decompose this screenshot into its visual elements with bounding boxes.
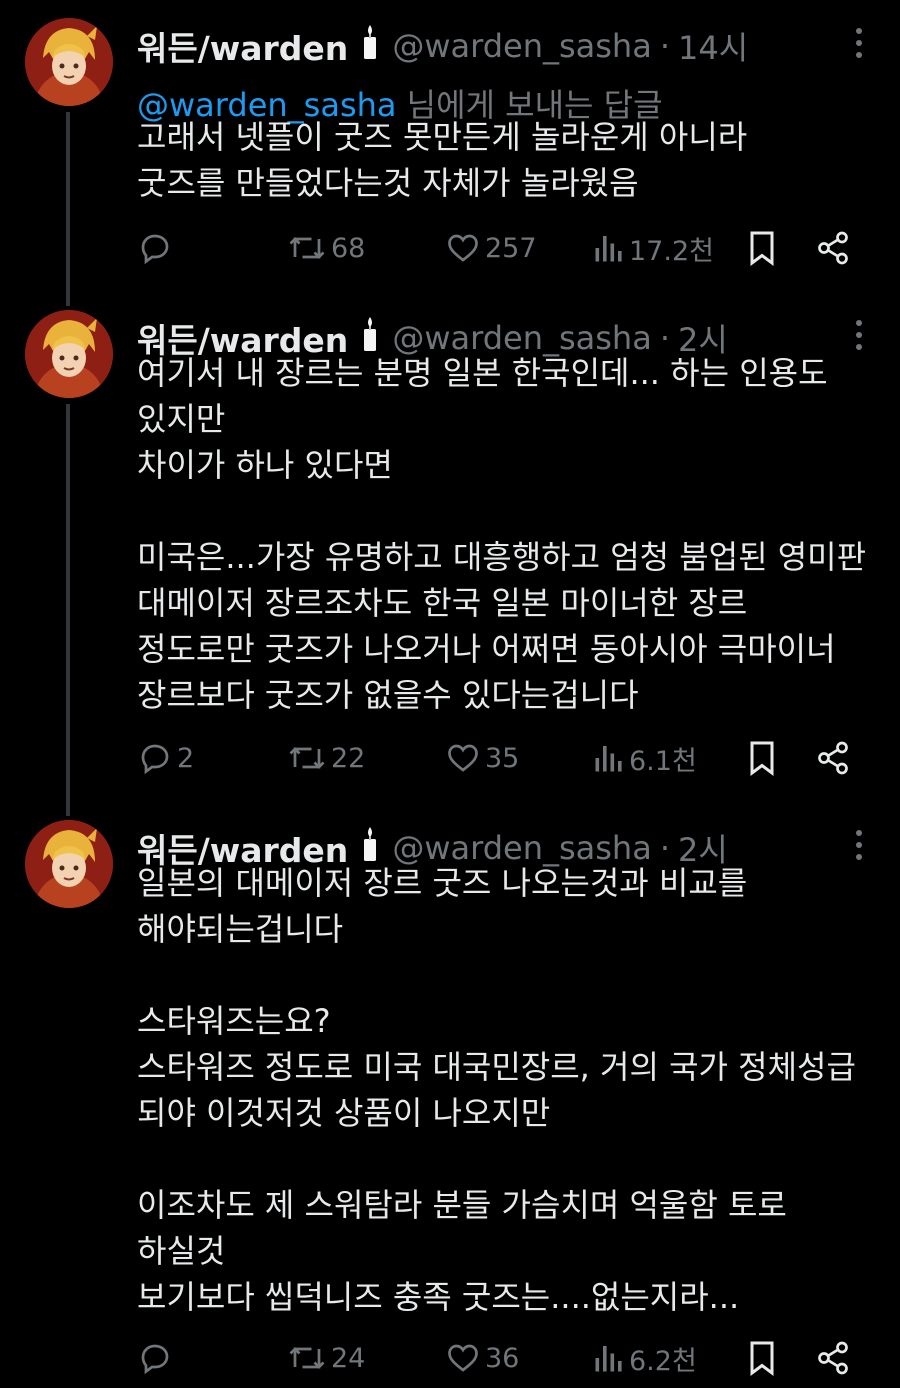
views-icon [593,740,625,776]
tweet-text-line: 미국은...가장 유명하고 대흥행하고 엄청 붐업된 영미판 [137,538,867,576]
retweet-icon [287,230,327,266]
timestamp[interactable]: 14시 [678,23,748,69]
like-count: 36 [485,1342,520,1374]
tweet-text-line: 해야되는겁니다 [137,910,344,948]
tweet-text-line: 장르보다 굿즈가 없을수 있다는겁니다 [137,676,639,714]
action-bar: 24 36 6.2천 [137,1336,857,1380]
user-handle[interactable]: @warden_sasha [392,27,652,65]
tweet-text-line: 보기보다 씹덕니즈 충족 굿즈는....없는지라... [137,1278,740,1316]
share-icon [815,230,851,266]
avatar[interactable] [25,820,113,908]
retweet-button[interactable]: 24 [287,1336,365,1380]
tweet-text-line: 하실것 [137,1232,226,1270]
bookmark-button[interactable] [745,1336,779,1380]
views-button[interactable]: 17.2천 [593,226,714,270]
tweet-text-line: 스타워즈는요? [137,1002,331,1040]
tweet-text-line: 되야 이것저것 상품이 나오지만 [137,1094,551,1132]
bookmark-icon [745,1338,779,1378]
bookmark-icon [745,738,779,778]
bookmark-icon [745,228,779,268]
tweet-text-line [137,952,856,998]
avatar[interactable] [25,18,113,106]
tweet-text-line: 스타워즈 정도로 미국 대국민장르, 거의 국가 정체성급 [137,1048,856,1086]
tweet-text-line: 이조차도 제 스워탐라 분들 가슴치며 억울함 토로 [137,1186,787,1224]
bookmark-button[interactable] [745,736,779,780]
share-button[interactable] [815,226,851,270]
tweet-text-line: 여기서 내 장르는 분명 일본 한국인데... 하는 인용도 [137,354,828,392]
thread-line [66,112,70,306]
views-icon [593,1340,625,1376]
bookmark-button[interactable] [745,226,779,270]
share-button[interactable] [815,736,851,780]
share-button[interactable] [815,1336,851,1380]
action-bar: 68 257 17.2천 [137,226,857,270]
tweet-text-line [137,488,866,534]
reply-icon [137,1340,173,1376]
view-count: 17.2천 [629,235,714,267]
retweet-icon [287,1340,327,1376]
tweet-text: 여기서 내 장르는 분명 일본 한국인데... 하는 인용도 있지만 차이가 하… [137,350,866,718]
retweet-count: 68 [331,232,366,264]
like-button[interactable]: 257 [445,226,537,270]
reply-count: 2 [177,742,195,774]
tweet-text-line: 고래서 넷플이 굿즈 못만든게 놀라운게 아니라 [137,118,748,156]
more-icon[interactable] [856,28,864,64]
tweet-text-line: 일본의 대메이저 장르 굿즈 나오는것과 비교를 [137,864,748,902]
tweet-header: 워든/warden @warden_sasha · 14시 [137,24,748,68]
retweet-icon [287,740,327,776]
tweet-text-line: 차이가 하나 있다면 [137,446,393,484]
views-button[interactable]: 6.2천 [593,1336,697,1380]
tweet-text-line: 대메이저 장르조차도 한국 일본 마이너한 장르 [137,584,748,622]
reply-button[interactable] [137,226,177,270]
tweet-text-line: 정도로만 굿즈가 나오거나 어쩌면 동아시아 극마이너 [137,630,836,668]
action-bar: 2 22 35 6.1천 [137,736,857,780]
retweet-count: 22 [331,742,366,774]
like-button[interactable]: 36 [445,1336,519,1380]
tweet-text-line: 굿즈를 만들었다는것 자체가 놀라웠음 [137,164,639,202]
more-icon[interactable] [856,830,864,866]
like-icon [445,1340,481,1376]
views-button[interactable]: 6.1천 [593,736,697,780]
like-icon [445,230,481,266]
tweet-text: 일본의 대메이저 장르 굿즈 나오는것과 비교를 해야되는겁니다 스타워즈는요?… [137,860,856,1320]
tweet-text-line: 있지만 [137,400,226,438]
avatar[interactable] [25,310,113,398]
like-icon [445,740,481,776]
tweet-text: 고래서 넷플이 굿즈 못만든게 놀라운게 아니라 굿즈를 만들었다는것 자체가 … [137,114,747,206]
tweet-text-line [137,1136,856,1182]
retweet-count: 24 [331,1342,366,1374]
thread-line [66,404,70,816]
like-count: 35 [485,742,520,774]
like-button[interactable]: 35 [445,736,519,780]
like-count: 257 [485,232,537,264]
reply-button[interactable]: 2 [137,736,194,780]
display-name[interactable]: 워든/warden [137,22,348,70]
retweet-button[interactable]: 22 [287,736,365,780]
candle-icon [362,25,378,67]
view-count: 6.1천 [629,745,697,777]
reply-icon [137,740,173,776]
retweet-button[interactable]: 68 [287,226,365,270]
share-icon [815,740,851,776]
separator-dot: · [659,27,670,65]
reply-icon [137,230,173,266]
view-count: 6.2천 [629,1345,697,1377]
views-icon [593,230,625,266]
reply-button[interactable] [137,1336,177,1380]
share-icon [815,1340,851,1376]
